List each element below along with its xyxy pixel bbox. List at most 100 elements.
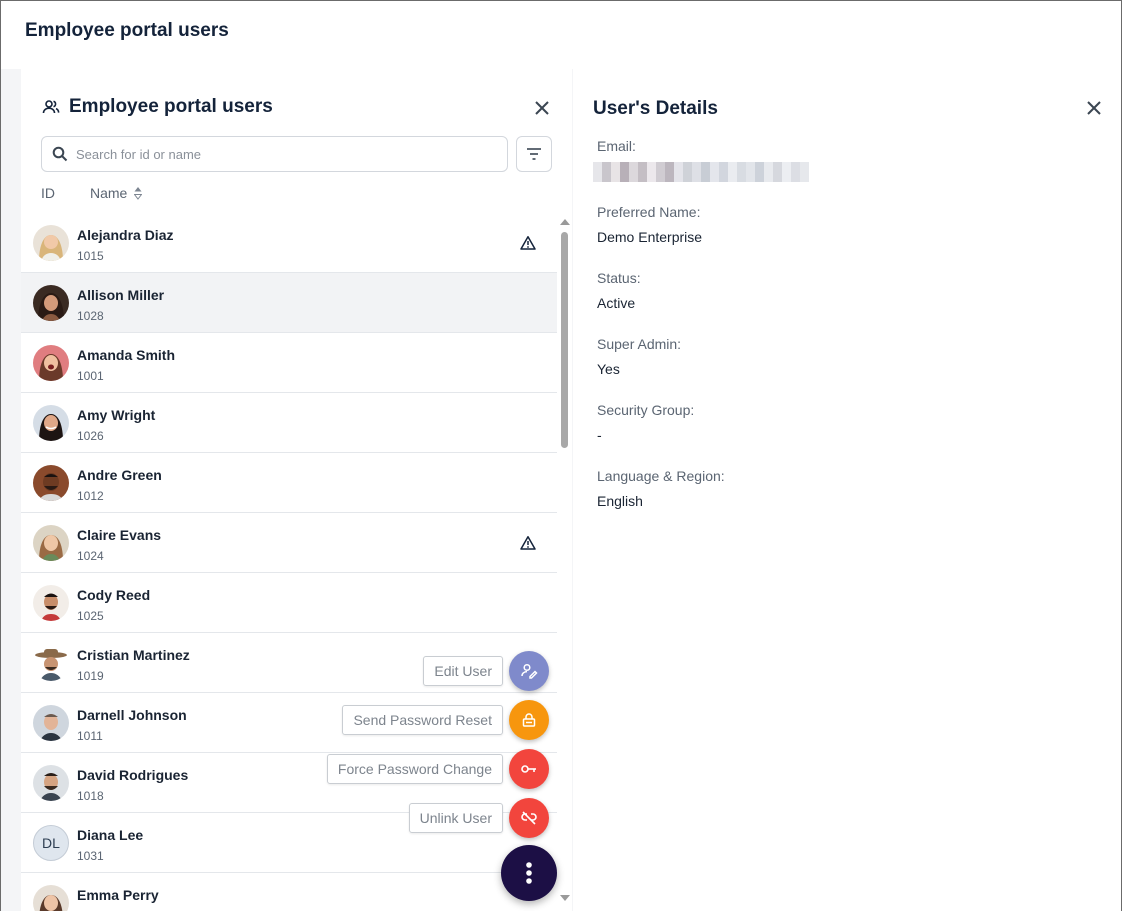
table-row[interactable]: Cody Reed 1025 bbox=[21, 573, 557, 633]
user-id: 1026 bbox=[77, 429, 104, 443]
warning-icon bbox=[520, 536, 536, 550]
column-header-name[interactable]: Name bbox=[90, 185, 143, 201]
sort-icon bbox=[134, 187, 143, 200]
column-header-id[interactable]: ID bbox=[41, 185, 90, 201]
table-row[interactable]: Alejandra Diaz 1015 bbox=[21, 213, 557, 273]
fab-force-password-change: Force Password Change bbox=[326, 749, 549, 789]
users-panel-header: Employee portal users bbox=[41, 96, 273, 118]
close-icon bbox=[1087, 101, 1101, 115]
search-box bbox=[41, 136, 508, 172]
avatar bbox=[33, 705, 69, 741]
send-password-reset-button[interactable] bbox=[509, 700, 549, 740]
unlink-user-button[interactable] bbox=[509, 798, 549, 838]
avatar bbox=[33, 345, 69, 381]
user-name: Alejandra Diaz bbox=[77, 227, 174, 243]
table-row[interactable]: Amanda Smith 1001 bbox=[21, 333, 557, 393]
avatar bbox=[33, 585, 69, 621]
filter-icon bbox=[527, 148, 541, 160]
user-details-panel: User's Details Email: Preferred Name: De… bbox=[573, 69, 1121, 911]
fab-edit-user: Edit User bbox=[423, 651, 549, 691]
key-icon bbox=[521, 765, 536, 773]
table-row[interactable]: Emma Perry bbox=[21, 873, 557, 911]
user-id: 1015 bbox=[77, 249, 104, 263]
scroll-up-arrow[interactable] bbox=[560, 219, 570, 225]
lock-icon bbox=[522, 713, 536, 727]
avatar bbox=[33, 465, 69, 501]
user-name: Emma Perry bbox=[77, 887, 159, 903]
column-header-name-label: Name bbox=[90, 185, 128, 201]
avatar bbox=[33, 525, 69, 561]
table-row[interactable]: Claire Evans 1024 bbox=[21, 513, 557, 573]
user-name: Cristian Martinez bbox=[77, 647, 190, 663]
avatar bbox=[33, 645, 69, 681]
table-row[interactable]: Andre Green 1012 bbox=[21, 453, 557, 513]
fab-send-password-reset: Send Password Reset bbox=[342, 700, 549, 740]
warning-icon bbox=[520, 236, 536, 250]
user-name: David Rodrigues bbox=[77, 767, 189, 783]
user-id: 1031 bbox=[77, 849, 104, 863]
send-password-reset-label[interactable]: Send Password Reset bbox=[342, 705, 503, 735]
avatar bbox=[33, 285, 69, 321]
search-input[interactable] bbox=[76, 146, 476, 162]
scroll-thumb[interactable] bbox=[561, 232, 568, 448]
preferred-name-label: Preferred Name: bbox=[597, 204, 701, 220]
user-name: Andre Green bbox=[77, 467, 162, 483]
status-label: Status: bbox=[597, 270, 641, 286]
table-row[interactable]: Amy Wright 1026 bbox=[21, 393, 557, 453]
user-id: 1025 bbox=[77, 609, 104, 623]
table-row[interactable]: Allison Miller 1028 bbox=[21, 273, 557, 333]
status-value: Active bbox=[597, 295, 636, 311]
security-group-label: Security Group: bbox=[597, 402, 695, 418]
details-title: User's Details bbox=[593, 98, 718, 119]
column-headers: ID Name bbox=[41, 185, 143, 201]
list-scrollbar[interactable] bbox=[557, 213, 572, 911]
users-icon bbox=[41, 97, 61, 117]
user-id: 1028 bbox=[77, 309, 104, 323]
force-password-change-button[interactable] bbox=[509, 749, 549, 789]
edit-user-button[interactable] bbox=[509, 651, 549, 691]
avatar bbox=[33, 405, 69, 441]
super-admin-label: Super Admin: bbox=[597, 336, 682, 352]
preferred-name-value: Demo Enterprise bbox=[597, 229, 703, 245]
user-name: Amanda Smith bbox=[77, 347, 176, 363]
user-id: 1012 bbox=[77, 489, 104, 503]
security-group-value: - bbox=[597, 427, 602, 443]
users-list-panel: Employee portal users ID Name bbox=[21, 69, 572, 911]
user-name: Cody Reed bbox=[77, 587, 151, 603]
avatar bbox=[33, 765, 69, 801]
unlink-icon bbox=[521, 811, 537, 825]
user-name: Allison Miller bbox=[77, 287, 165, 303]
edit-user-label[interactable]: Edit User bbox=[423, 656, 503, 686]
unlink-user-label[interactable]: Unlink User bbox=[408, 803, 503, 833]
avatar bbox=[33, 225, 69, 261]
user-id: 1024 bbox=[77, 549, 104, 563]
close-icon bbox=[535, 101, 549, 115]
avatar-initials: DL bbox=[33, 825, 69, 861]
more-vertical-icon bbox=[526, 862, 532, 884]
more-actions-fab[interactable] bbox=[501, 845, 557, 901]
user-name: Darnell Johnson bbox=[77, 707, 187, 723]
app-area: Employee portal users ID Name bbox=[1, 69, 1121, 911]
close-users-panel-button[interactable] bbox=[530, 96, 554, 120]
redacted-email bbox=[593, 162, 809, 182]
user-id: 1018 bbox=[77, 789, 104, 803]
scroll-down-arrow[interactable] bbox=[560, 895, 570, 901]
language-label: Language & Region: bbox=[597, 468, 725, 484]
user-id: 1019 bbox=[77, 669, 104, 683]
search-icon bbox=[52, 146, 68, 162]
language-value: English bbox=[597, 493, 643, 509]
force-password-change-label[interactable]: Force Password Change bbox=[326, 754, 503, 784]
close-details-button[interactable] bbox=[1082, 96, 1106, 120]
page-title: Employee portal users bbox=[25, 20, 229, 41]
user-name: Claire Evans bbox=[77, 527, 162, 543]
user-id: 1001 bbox=[77, 369, 104, 383]
user-name: Diana Lee bbox=[77, 827, 144, 843]
users-panel-title: Employee portal users bbox=[69, 96, 273, 117]
user-name: Amy Wright bbox=[77, 407, 156, 423]
email-label: Email: bbox=[597, 138, 636, 154]
user-id: 1011 bbox=[77, 729, 103, 743]
edit-user-icon bbox=[521, 663, 538, 679]
filter-button[interactable] bbox=[516, 136, 552, 172]
avatar bbox=[33, 885, 69, 911]
fab-unlink-user: Unlink User bbox=[408, 798, 549, 838]
